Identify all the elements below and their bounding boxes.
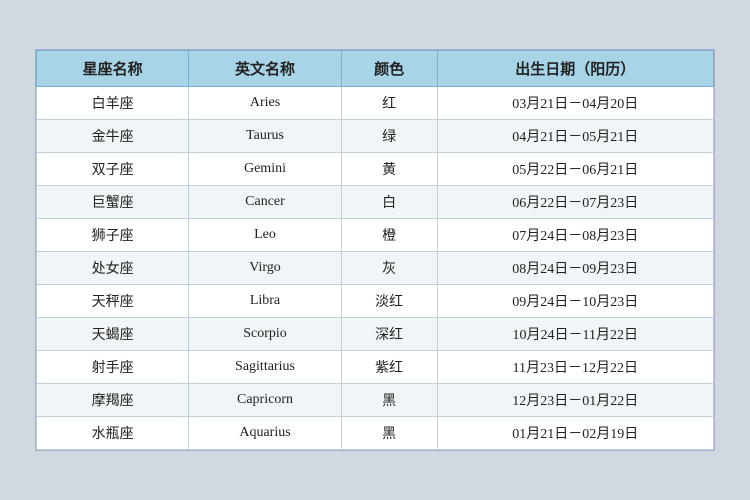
table-cell: 01月21日－02月19日 [437,417,713,450]
table-cell: Leo [189,219,341,252]
table-cell: Scorpio [189,318,341,351]
table-cell: Aquarius [189,417,341,450]
table-cell: 03月21日－04月20日 [437,87,713,120]
table-cell: 狮子座 [37,219,189,252]
table-header-cell: 出生日期（阳历） [437,51,713,87]
table-row: 处女座Virgo灰08月24日－09月23日 [37,252,714,285]
table-cell: Sagittarius [189,351,341,384]
table-row: 双子座Gemini黄05月22日－06月21日 [37,153,714,186]
table-cell: 摩羯座 [37,384,189,417]
table-cell: 10月24日－11月22日 [437,318,713,351]
table-cell: 橙 [341,219,437,252]
table-row: 射手座Sagittarius紫红11月23日－12月22日 [37,351,714,384]
table-row: 水瓶座Aquarius黑01月21日－02月19日 [37,417,714,450]
table-header-cell: 英文名称 [189,51,341,87]
table-row: 天秤座Libra淡红09月24日－10月23日 [37,285,714,318]
table-cell: 07月24日－08月23日 [437,219,713,252]
zodiac-table: 星座名称英文名称颜色出生日期（阳历） 白羊座Aries红03月21日－04月20… [36,50,714,450]
table-cell: 08月24日－09月23日 [437,252,713,285]
table-cell: 红 [341,87,437,120]
table-cell: Gemini [189,153,341,186]
table-cell: 04月21日－05月21日 [437,120,713,153]
table-header-row: 星座名称英文名称颜色出生日期（阳历） [37,51,714,87]
table-cell: 09月24日－10月23日 [437,285,713,318]
table-header-cell: 星座名称 [37,51,189,87]
table-row: 白羊座Aries红03月21日－04月20日 [37,87,714,120]
table-cell: 黄 [341,153,437,186]
table-cell: 12月23日－01月22日 [437,384,713,417]
table-cell: 06月22日－07月23日 [437,186,713,219]
table-cell: Libra [189,285,341,318]
table-cell: 双子座 [37,153,189,186]
table-cell: 处女座 [37,252,189,285]
table-body: 白羊座Aries红03月21日－04月20日金牛座Taurus绿04月21日－0… [37,87,714,450]
table-cell: 05月22日－06月21日 [437,153,713,186]
table-cell: 水瓶座 [37,417,189,450]
table-cell: 金牛座 [37,120,189,153]
table-cell: 灰 [341,252,437,285]
table-cell: 绿 [341,120,437,153]
table-row: 天蝎座Scorpio深红10月24日－11月22日 [37,318,714,351]
table-cell: 紫红 [341,351,437,384]
zodiac-table-container: 星座名称英文名称颜色出生日期（阳历） 白羊座Aries红03月21日－04月20… [35,49,715,451]
table-header-cell: 颜色 [341,51,437,87]
table-cell: Capricorn [189,384,341,417]
table-cell: 射手座 [37,351,189,384]
table-row: 巨蟹座Cancer白06月22日－07月23日 [37,186,714,219]
table-cell: 天秤座 [37,285,189,318]
table-row: 摩羯座Capricorn黑12月23日－01月22日 [37,384,714,417]
table-cell: 巨蟹座 [37,186,189,219]
table-cell: 深红 [341,318,437,351]
table-cell: Cancer [189,186,341,219]
table-cell: 淡红 [341,285,437,318]
table-cell: Aries [189,87,341,120]
table-row: 金牛座Taurus绿04月21日－05月21日 [37,120,714,153]
table-cell: 黑 [341,417,437,450]
table-cell: Virgo [189,252,341,285]
table-row: 狮子座Leo橙07月24日－08月23日 [37,219,714,252]
table-cell: 白羊座 [37,87,189,120]
table-cell: 11月23日－12月22日 [437,351,713,384]
table-cell: 天蝎座 [37,318,189,351]
table-cell: 白 [341,186,437,219]
table-cell: 黑 [341,384,437,417]
table-cell: Taurus [189,120,341,153]
